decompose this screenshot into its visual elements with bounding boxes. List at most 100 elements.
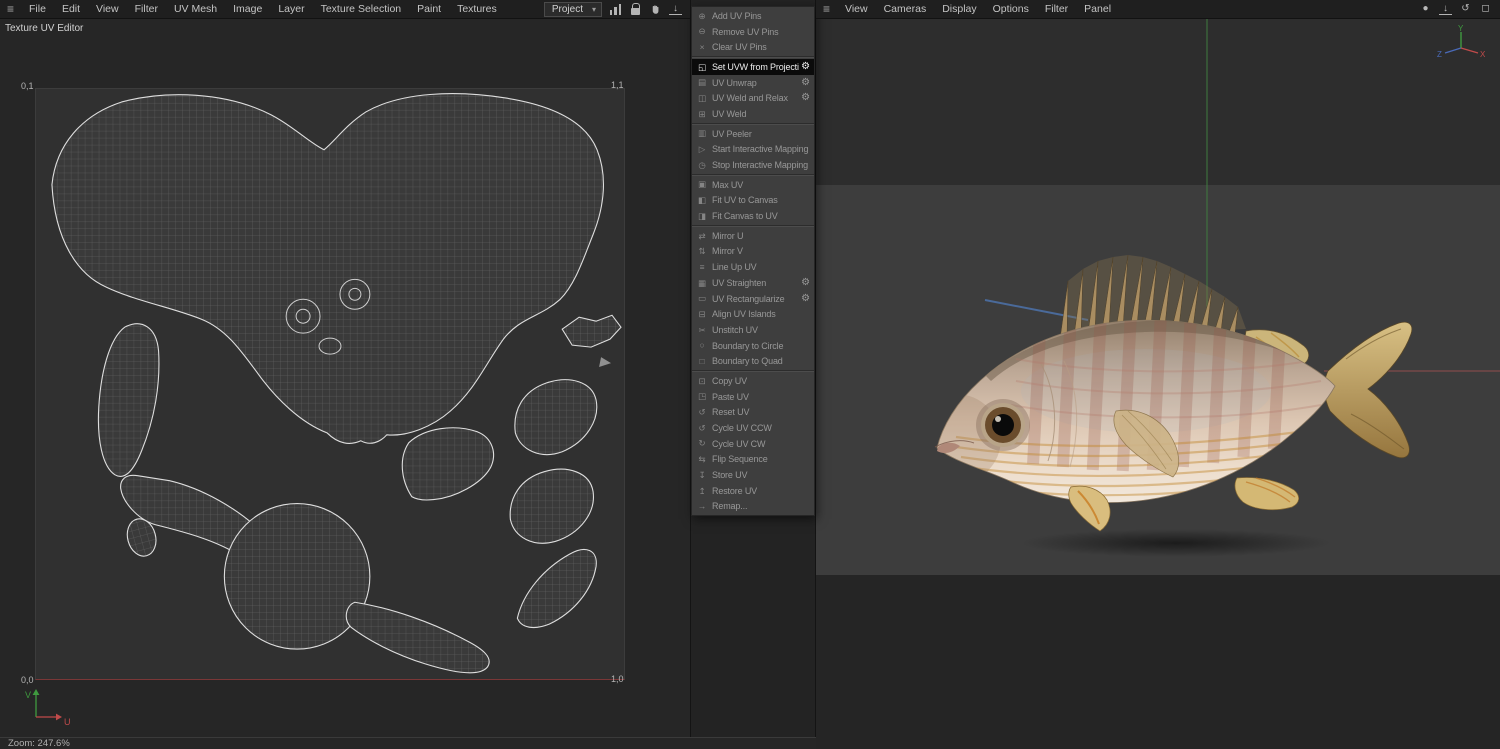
menubar-item-textures[interactable]: Textures <box>449 0 505 18</box>
uv-island-fin-left[interactable] <box>98 324 159 477</box>
render-sphere-icon[interactable]: ● <box>1419 2 1432 16</box>
v-axis-label: V <box>25 690 31 700</box>
menu-separator <box>692 56 814 58</box>
menubar-item-view[interactable]: View <box>88 0 127 18</box>
menu-item-cycle-uv-cw: ↻Cycle UV CW <box>692 436 814 452</box>
viewport-scene <box>816 19 1500 749</box>
gear-icon[interactable]: ⚙ <box>799 92 812 105</box>
rectangularize-icon: ▭ <box>696 294 708 303</box>
boundary-circle-icon: ○ <box>696 341 708 350</box>
hamburger-icon[interactable]: ≡ <box>816 0 837 18</box>
menu-separator <box>692 123 814 125</box>
menu-item-label: UV Straighten <box>708 278 799 288</box>
hamburger-icon[interactable]: ≡ <box>0 0 21 18</box>
uv-islands[interactable] <box>36 89 624 679</box>
gear-icon[interactable]: ⚙ <box>799 76 812 89</box>
viewport-panel: ≡ ViewCamerasDisplayOptionsFilterPanel ●… <box>816 0 1500 749</box>
play-icon: ▷ <box>696 145 708 154</box>
projection-icon: ◱ <box>696 63 708 72</box>
menu-item-label: Add UV Pins <box>708 11 812 21</box>
uv-island-fin-right-3[interactable] <box>517 550 596 628</box>
menubar-item-view[interactable]: View <box>837 0 876 18</box>
project-dropdown[interactable]: Project ▾ <box>544 2 602 17</box>
uv-unit-square[interactable] <box>35 88 625 680</box>
menu-item-label: Line Up UV <box>708 262 812 272</box>
gear-icon[interactable]: ⚙ <box>799 292 812 305</box>
download-icon[interactable]: ↓ <box>669 4 682 15</box>
lock-icon[interactable] <box>629 2 642 16</box>
menubar-item-uv-mesh[interactable]: UV Mesh <box>166 0 225 18</box>
menu-item-paste-uv: ◳Paste UV <box>692 389 814 405</box>
gear-icon[interactable]: ⚙ <box>799 60 812 73</box>
menu-item-line-up-uv: ≡Line Up UV <box>692 259 814 275</box>
menu-item-set-uvw-from-projection[interactable]: ◱Set UVW from Projection⚙ <box>692 59 814 75</box>
menu-item-add-uv-pins: ⊕Add UV Pins <box>692 8 814 24</box>
uv-island-fin-right-2[interactable] <box>510 469 593 543</box>
uv-island-fin-middle[interactable] <box>402 428 493 500</box>
menu-item-mirror-u: ⇄Mirror U <box>692 228 814 244</box>
uv-editor-canvas[interactable]: Texture UV Editor 0,1 1,1 0,0 1,0 <box>0 19 690 737</box>
uv-cursor-triangle <box>599 357 611 367</box>
history-icon[interactable]: ↺ <box>1459 2 1472 16</box>
peeler-icon: ▥ <box>696 129 708 138</box>
menu-item-boundary-to-quad: □Boundary to Quad <box>692 353 814 369</box>
menu-item-label: Mirror U <box>708 231 812 241</box>
menu-separator <box>692 370 814 372</box>
unstitch-icon: ✂ <box>696 326 708 335</box>
menubar-item-panel[interactable]: Panel <box>1076 0 1119 18</box>
menu-item-label: Fit UV to Canvas <box>708 195 812 205</box>
uv-coord-top-right: 1,1 <box>611 80 624 90</box>
menu-item-label: Max UV <box>708 180 812 190</box>
weld-icon: ⊞ <box>696 110 708 119</box>
menu-item-remap: →Remap... <box>692 499 814 515</box>
menu-item-copy-uv: ⊡Copy UV <box>692 373 814 389</box>
uv-island-circle[interactable] <box>224 504 370 650</box>
menubar-item-paint[interactable]: Paint <box>409 0 449 18</box>
menubar-item-display[interactable]: Display <box>934 0 984 18</box>
menubar-item-file[interactable]: File <box>21 0 54 18</box>
uv-island-limb-lower[interactable] <box>346 602 489 673</box>
align-icon: ⊟ <box>696 310 708 319</box>
menubar-item-filter[interactable]: Filter <box>127 0 166 18</box>
menu-item-boundary-to-circle: ○Boundary to Circle <box>692 338 814 354</box>
download-icon[interactable]: ↓ <box>1439 4 1452 15</box>
menu-item-label: Store UV <box>708 470 812 480</box>
histogram-icon[interactable] <box>609 2 622 16</box>
menubar-item-filter[interactable]: Filter <box>1037 0 1076 18</box>
menu-item-fit-canvas-to-uv: ◨Fit Canvas to UV <box>692 208 814 224</box>
max-uv-icon: ▣ <box>696 180 708 189</box>
menu-item-restore-uv: ↥Restore UV <box>692 483 814 499</box>
menu-item-label: Clear UV Pins <box>708 42 812 52</box>
menu-item-label: Boundary to Quad <box>708 356 812 366</box>
menubar-item-edit[interactable]: Edit <box>54 0 88 18</box>
menu-item-label: Unstitch UV <box>708 325 812 335</box>
gear-icon[interactable]: ⚙ <box>799 276 812 289</box>
fit-uv-icon: ◧ <box>696 196 708 205</box>
menu-item-uv-weld-and-relax: ◫UV Weld and Relax⚙ <box>692 90 814 106</box>
paste-icon: ◳ <box>696 392 708 401</box>
menu-item-label: UV Rectangularize <box>708 294 799 304</box>
cycle-cw-icon: ↻ <box>696 439 708 448</box>
viewport-menu-items: ViewCamerasDisplayOptionsFilterPanel <box>837 0 1119 18</box>
menu-item-max-uv: ▣Max UV <box>692 177 814 193</box>
viewport-canvas[interactable]: Y X Z <box>816 19 1500 749</box>
menu-item-label: UV Unwrap <box>708 78 799 88</box>
uv-island-fin-right-1[interactable] <box>515 380 597 455</box>
mirror-v-icon: ⇅ <box>696 247 708 256</box>
menubar-item-options[interactable]: Options <box>985 0 1037 18</box>
menu-item-uv-unwrap: ▤UV Unwrap⚙ <box>692 75 814 91</box>
menubar-item-image[interactable]: Image <box>225 0 270 18</box>
uv-coord-bottom-right: 1,0 <box>611 674 624 684</box>
menu-item-cycle-uv-ccw: ↺Cycle UV CCW <box>692 420 814 436</box>
stop-icon: ◷ <box>696 161 708 170</box>
pin-add-icon: ⊕ <box>696 12 708 21</box>
menubar-item-cameras[interactable]: Cameras <box>876 0 935 18</box>
hand-icon[interactable] <box>649 2 662 16</box>
maximize-icon[interactable]: ◻ <box>1479 2 1492 16</box>
viewport-axis-gizmo[interactable]: Y X Z <box>1436 24 1488 66</box>
uv-island-fin-top-small[interactable] <box>562 315 621 347</box>
menu-item-align-uv-islands: ⊟Align UV Islands <box>692 306 814 322</box>
fish-model[interactable] <box>911 255 1412 531</box>
menubar-item-layer[interactable]: Layer <box>270 0 312 18</box>
menubar-item-texture-selection[interactable]: Texture Selection <box>313 0 410 18</box>
